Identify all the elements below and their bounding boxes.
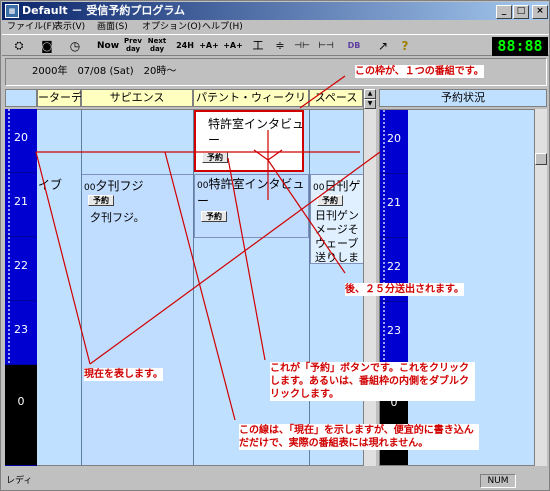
grid-scrollbar[interactable]: ▲ ▼	[363, 89, 376, 466]
reserve-button[interactable]: 予約	[201, 211, 227, 222]
program-title: 特許室インタビュー	[208, 117, 304, 147]
program-nikkan[interactable]: 00日刊ゲ 予約 日刊ゲンメージそウェーブ送りしま	[310, 174, 364, 264]
hour-cell: 21	[380, 174, 408, 238]
program-title: 特許室インタビュー	[197, 177, 305, 208]
channel-column-1: 00夕刊フジ 予約 夕刊フジ。	[82, 110, 194, 465]
export-icon[interactable]: ↗	[374, 37, 392, 55]
channel-header-1[interactable]: サピエンス	[81, 89, 193, 107]
status-text: レディ	[6, 476, 33, 486]
program-grid[interactable]: イブ 00夕刊フジ 予約 夕刊フジ。 特許室インタビュー 予約 00特許室インタ…	[5, 109, 376, 466]
window-title: Default － 受信予約プログラム	[22, 4, 185, 17]
clock-icon[interactable]: ◷	[66, 37, 84, 55]
title-bar: ▦ Default － 受信予約プログラム _ □ ×	[2, 2, 549, 20]
hour-cell: 21	[5, 173, 37, 237]
program-time: 00	[197, 181, 209, 191]
hour-cell: 0	[5, 365, 37, 466]
program-partial-title: イブ	[38, 178, 63, 192]
status-scrollbar[interactable]	[534, 109, 547, 466]
menu-bar: ファイル(F) 表示(V) 画面(S) オプション(O) ヘルプ(H)	[2, 20, 549, 34]
scroll-down-icon[interactable]: ▼	[364, 99, 376, 109]
menu-help[interactable]: ヘルプ(H)	[202, 20, 243, 34]
program-time: 00	[84, 183, 96, 193]
num-indicator: NUM	[480, 474, 516, 488]
menu-screen[interactable]: 画面(S)	[97, 20, 128, 34]
maximize-button[interactable]: □	[513, 5, 529, 19]
channel-header: ーターデー サピエンス パテント・ウィークリ スペース	[5, 89, 363, 107]
channel-header-3[interactable]: スペース	[309, 89, 363, 107]
annotation-program-frame: この枠が、１つの番組です。	[355, 65, 484, 78]
menu-file[interactable]: ファイル(F)	[7, 20, 55, 34]
hour-cell: 20	[380, 110, 408, 174]
prev-day-button[interactable]: Prev day	[122, 37, 144, 55]
next-day-button[interactable]: Next day	[146, 37, 168, 55]
scroll-up-icon[interactable]: ▲	[364, 89, 376, 99]
date-text: 2000年 07/08 (Sat) 20時〜	[32, 66, 177, 77]
program-patent-interview-2[interactable]: 00特許室インタビュー 予約	[194, 174, 309, 238]
help-icon[interactable]: ?	[398, 37, 412, 55]
height-up-icon[interactable]: 工	[250, 37, 266, 55]
program-description: 夕刊フジ。	[90, 211, 145, 224]
hour-header-blank	[5, 89, 37, 107]
24h-button[interactable]: 24H	[174, 37, 196, 55]
digital-clock: 88:88	[492, 37, 548, 56]
app-icon: ▦	[5, 4, 19, 18]
font-larger-button[interactable]: +A+	[222, 37, 244, 55]
tool-icon[interactable]: ⛭	[10, 37, 28, 55]
scroll-thumb[interactable]	[535, 153, 547, 165]
annotation-now: 現在を表します。	[84, 368, 163, 381]
annotation-reserve-button: これが「予約」ボタンです。これをクリックします。あるいは、番組枠の内側をダブルク…	[270, 362, 475, 401]
hour-cell: 20	[5, 109, 37, 173]
hour-cell: 22	[5, 237, 37, 301]
status-header: 予約状況	[379, 89, 547, 107]
program-title: 日刊ゲ	[324, 179, 361, 193]
program-description: 日刊ゲンメージそウェーブ送りしま	[315, 209, 359, 264]
annotation-now-line: この線は、「現在」を示しますが、便宜的に書き込んだだけで、実際の番組表には現れま…	[239, 424, 479, 450]
hour-cell: 23	[5, 301, 37, 365]
menu-view[interactable]: 表示(V)	[54, 20, 85, 34]
reserve-button[interactable]: 予約	[88, 195, 114, 206]
annotation-remaining-time: 後、２５分送出されます。	[345, 283, 464, 296]
program-evening-fuji[interactable]: 00夕刊フジ 予約 夕刊フジ。	[82, 174, 193, 465]
program-patent-interview-1[interactable]: 特許室インタビュー 予約	[194, 110, 304, 172]
program-time: 00	[313, 183, 325, 193]
reservation-status-header: 予約状況	[379, 89, 547, 107]
reserve-button[interactable]: 予約	[202, 152, 228, 163]
font-smaller-button[interactable]: +A+	[198, 37, 220, 55]
close-button[interactable]: ×	[532, 5, 548, 19]
database-icon[interactable]: DB	[344, 37, 364, 55]
channel-column-2: 特許室インタビュー 予約 00特許室インタビュー 予約	[194, 110, 310, 465]
refresh-icon[interactable]: ◙	[38, 37, 56, 55]
now-button[interactable]: Now	[96, 37, 120, 55]
reserve-button[interactable]: 予約	[317, 195, 343, 206]
channel-column-0: イブ	[38, 110, 82, 465]
minimize-button[interactable]: _	[496, 5, 512, 19]
hour-cell: 23	[380, 302, 408, 366]
toolbar: ⛭ ◙ ◷ Now Prev day Next day 24H +A+ +A+ …	[2, 34, 549, 56]
hour-column: 20 21 22 23 0	[5, 109, 37, 466]
channel-header-0[interactable]: ーターデー	[37, 89, 93, 107]
height-down-icon[interactable]: ≑	[272, 37, 288, 55]
width-down-icon[interactable]: ⊢⊣	[316, 37, 336, 55]
status-bar: レディ NUM	[2, 473, 549, 490]
channel-header-2[interactable]: パテント・ウィークリ	[193, 89, 309, 107]
width-up-icon[interactable]: ⊣⊢	[292, 37, 312, 55]
program-title: 夕刊フジ	[95, 179, 144, 193]
menu-options[interactable]: オプション(O)	[142, 20, 201, 34]
